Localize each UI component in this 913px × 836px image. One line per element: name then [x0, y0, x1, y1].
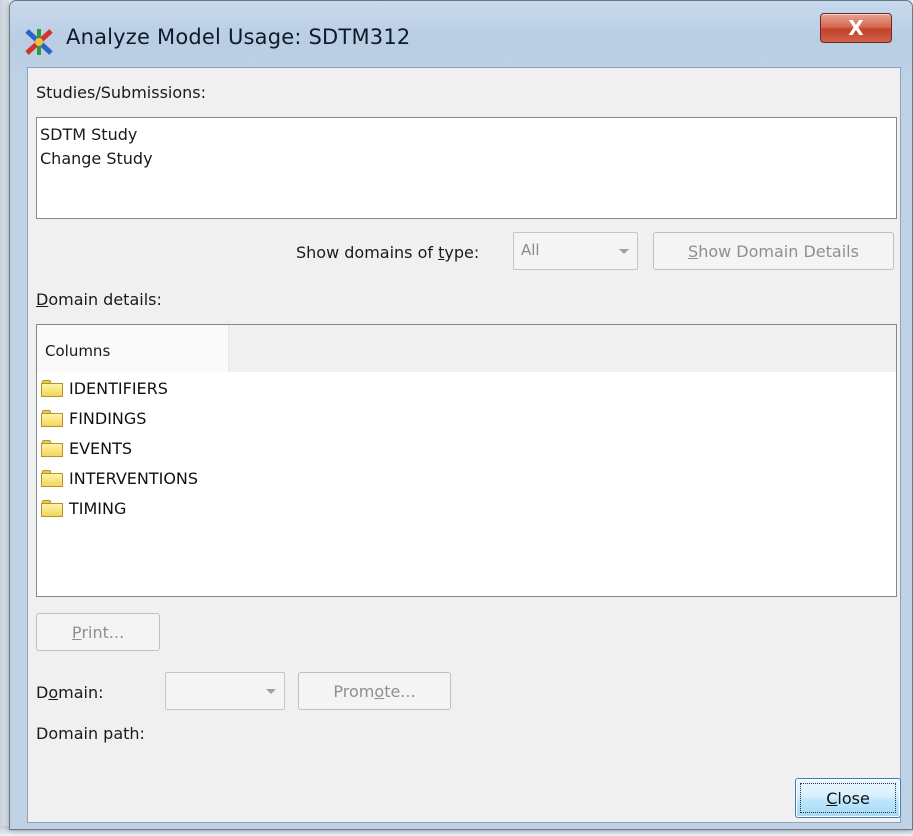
folder-icon: [41, 409, 63, 427]
dialog-content: Studies/Submissions: SDTM Study Change S…: [27, 67, 901, 823]
tree-item-findings[interactable]: FINDINGS: [41, 403, 146, 433]
folder-icon: [41, 469, 63, 487]
tree-item-label: TIMING: [69, 498, 127, 518]
folder-icon: [41, 499, 63, 517]
tree-item-identifiers[interactable]: IDENTIFIERS: [41, 373, 168, 403]
close-icon: X: [848, 16, 864, 40]
window-close-button[interactable]: X: [820, 13, 892, 43]
title-bar[interactable]: Analyze Model Usage: SDTM312 X: [10, 1, 912, 67]
domain-type-label: Show domains of type:: [296, 243, 480, 262]
domain-type-select[interactable]: All: [513, 232, 638, 270]
promote-button[interactable]: Prom o te...: [298, 672, 451, 710]
show-domain-details-button[interactable]: Show Domain Details: [653, 232, 894, 270]
tree-item-timing[interactable]: TIMING: [41, 493, 126, 523]
close-button[interactable]: Close: [795, 778, 901, 818]
chevron-down-icon: [619, 249, 629, 254]
tree-item-interventions[interactable]: INTERVENTIONS: [41, 463, 198, 493]
tree-item-label: INTERVENTIONS: [69, 468, 199, 488]
studies-listbox[interactable]: SDTM Study Change Study: [36, 117, 897, 219]
domain-path-label: Domain path:: [36, 724, 145, 743]
domain-details-tree[interactable]: Columns IDENTIFIERS FINDINGS EVENTS INTE…: [36, 324, 897, 597]
tree-item-events[interactable]: EVENTS: [41, 433, 132, 463]
list-item[interactable]: SDTM Study: [40, 123, 896, 147]
domain-type-value: All: [521, 241, 540, 259]
domain-select[interactable]: [165, 672, 285, 710]
tree-item-label: EVENTS: [69, 438, 133, 458]
tree-item-label: IDENTIFIERS: [69, 378, 168, 398]
dialog-window: Analyze Model Usage: SDTM312 X Studies/S…: [9, 0, 913, 830]
column-header-columns[interactable]: Columns: [37, 325, 229, 372]
domain-label: Domain:: [36, 683, 104, 702]
list-item[interactable]: Change Study: [40, 147, 896, 171]
folder-icon: [41, 379, 63, 397]
folder-icon: [41, 439, 63, 457]
studies-label: Studies/Submissions:: [36, 83, 206, 102]
app-icon: [25, 29, 53, 55]
domain-details-label: Domain details:: [36, 290, 162, 309]
window-title: Analyze Model Usage: SDTM312: [66, 25, 411, 49]
print-button[interactable]: Print...: [36, 613, 160, 651]
chevron-down-icon: [266, 689, 276, 694]
focus-rectangle: [800, 783, 896, 813]
tree-header: Columns: [37, 325, 896, 372]
background-left-edge: [0, 0, 9, 836]
tree-item-label: FINDINGS: [69, 408, 147, 428]
